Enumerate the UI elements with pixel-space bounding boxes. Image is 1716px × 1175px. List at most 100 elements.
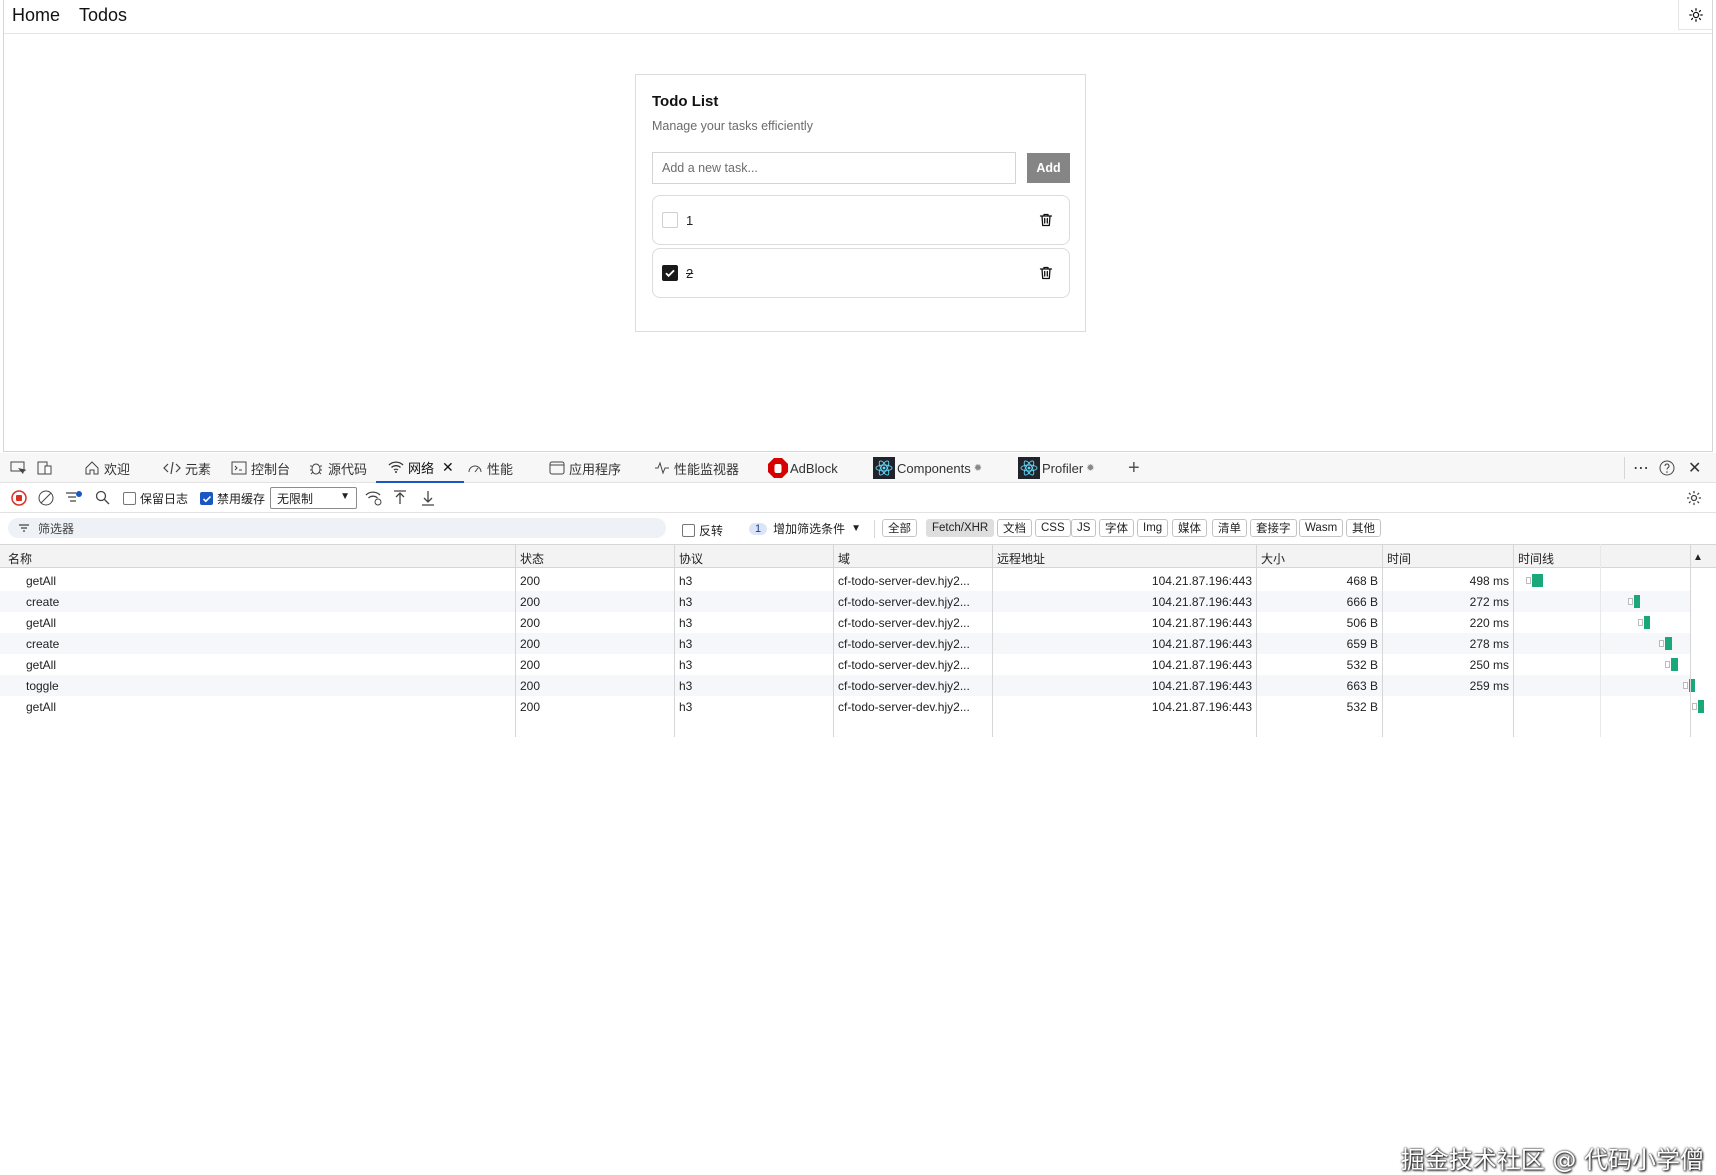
preserve-log-checkbox[interactable]: 保留日志	[123, 490, 188, 507]
filter-input[interactable]: 筛选器	[8, 518, 666, 538]
invert-checkbox[interactable]: 反转	[682, 522, 723, 539]
export-har-icon[interactable]	[421, 490, 435, 506]
waterfall-queue	[1659, 640, 1664, 647]
todo-checkbox[interactable]	[662, 212, 678, 228]
column-header-remote-address[interactable]: 远程地址	[997, 550, 1045, 567]
devtools-panel: 欢迎 元素 控制台 源代码 网络 ✕ 性能 应用程序 性能监视器 AdBlock…	[0, 453, 1716, 1174]
help-icon[interactable]	[1659, 453, 1675, 483]
card-subtitle: Manage your tasks efficiently	[652, 119, 813, 133]
card-title: Todo List	[652, 93, 719, 110]
waterfall-queue	[1526, 577, 1531, 584]
type-chip-manifest[interactable]: 清单	[1212, 519, 1247, 537]
column-divider	[1690, 544, 1691, 737]
more-filters-dropdown[interactable]: 1 增加筛选条件 ▼	[749, 520, 861, 537]
type-chip-socket[interactable]: 套接字	[1250, 519, 1297, 537]
tab-adblock[interactable]: AdBlock	[767, 453, 838, 483]
type-chip-img[interactable]: Img	[1137, 519, 1169, 537]
column-header-name[interactable]: 名称	[8, 550, 32, 567]
nav-link-home[interactable]: Home	[12, 5, 60, 26]
request-status: 200	[520, 658, 541, 672]
close-devtools-icon[interactable]: ✕	[1688, 453, 1701, 483]
nav-link-todos[interactable]: Todos	[79, 5, 127, 26]
type-chip-css[interactable]: CSS	[1035, 519, 1071, 537]
waterfall-queue	[1638, 619, 1643, 626]
gear-icon: ✹	[973, 462, 983, 474]
tab-console[interactable]: 控制台	[231, 453, 290, 483]
type-chip-media[interactable]: 媒体	[1172, 519, 1207, 537]
tab-welcome[interactable]: 欢迎	[84, 453, 130, 483]
table-row[interactable]: getAll 200 h3 cf-todo-server-dev.hjy2... 104…	[0, 654, 1690, 675]
network-conditions-icon[interactable]	[365, 490, 383, 506]
checkbox[interactable]	[200, 492, 213, 505]
checkbox[interactable]	[682, 524, 695, 537]
column-header-waterfall[interactable]: 时间线	[1518, 550, 1554, 567]
table-row[interactable]: getAll 200 h3 cf-todo-server-dev.hjy2... 104…	[0, 612, 1690, 633]
type-chip-other[interactable]: 其他	[1346, 519, 1381, 537]
type-chip-doc[interactable]: 文档	[997, 519, 1032, 537]
tab-components[interactable]: Components ✹	[873, 453, 982, 483]
waterfall-queue	[1628, 598, 1633, 605]
column-header-domain[interactable]: 域	[838, 550, 850, 567]
trash-icon[interactable]	[1038, 265, 1054, 281]
tab-network[interactable]: 网络 ✕	[376, 453, 464, 483]
checkbox[interactable]	[123, 492, 136, 505]
request-remote-address: 104.21.87.196:443	[1151, 574, 1252, 588]
dropdown-arrow-icon: ▼	[851, 523, 862, 534]
add-tab-icon[interactable]: +	[1128, 453, 1140, 483]
todo-checkbox[interactable]	[662, 265, 678, 281]
table-row[interactable]: getAll 200 h3 cf-todo-server-dev.hjy2... 104…	[0, 570, 1690, 591]
column-header-status[interactable]: 状态	[520, 550, 544, 567]
tab-profiler[interactable]: Profiler ✹	[1018, 453, 1095, 483]
request-protocol: h3	[679, 700, 693, 714]
request-name: create	[26, 595, 60, 609]
close-icon[interactable]: ✕	[442, 459, 454, 476]
search-icon[interactable]	[95, 490, 110, 505]
type-chip-js[interactable]: JS	[1071, 519, 1097, 537]
table-row[interactable]: create 200 h3 cf-todo-server-dev.hjy2... 104…	[0, 591, 1690, 612]
more-icon[interactable]: ⋯	[1633, 453, 1649, 483]
record-icon[interactable]	[11, 490, 27, 506]
disable-cache-checkbox[interactable]: 禁用缓存	[200, 490, 265, 507]
throttle-select[interactable]: 无限制 ▼	[270, 487, 357, 509]
code-icon	[163, 461, 181, 475]
type-chip-fetch-xhr[interactable]: Fetch/XHR	[926, 519, 995, 537]
column-header-time[interactable]: 时间	[1387, 550, 1411, 567]
throttle-value: 无限制	[277, 492, 314, 506]
device-toolbar-icon[interactable]	[37, 453, 53, 483]
waterfall-download	[1698, 700, 1704, 713]
column-header-protocol[interactable]: 协议	[679, 550, 703, 567]
inspect-icon[interactable]	[10, 453, 26, 483]
home-icon	[84, 460, 100, 476]
request-name: getAll	[26, 574, 57, 588]
pulse-icon	[654, 461, 670, 475]
type-chip-font[interactable]: 字体	[1099, 519, 1134, 537]
trash-icon[interactable]	[1038, 212, 1054, 228]
import-har-icon[interactable]	[393, 490, 407, 506]
tab-sources[interactable]: 源代码	[308, 453, 367, 483]
type-chip-wasm[interactable]: Wasm	[1299, 519, 1344, 537]
request-status: 200	[520, 595, 541, 609]
table-row[interactable]: toggle 200 h3 cf-todo-server-dev.hjy2... 104…	[0, 675, 1695, 696]
new-task-input[interactable]	[652, 152, 1016, 184]
theme-toggle-button[interactable]	[1678, 0, 1712, 30]
request-status: 200	[520, 700, 541, 714]
tab-elements[interactable]: 元素	[163, 453, 211, 483]
column-header-size[interactable]: 大小	[1261, 550, 1285, 567]
tab-performance[interactable]: 性能	[467, 453, 513, 483]
add-task-button[interactable]: Add	[1027, 153, 1070, 183]
table-header: 名称 状态 协议 域 远程地址 大小 时间 时间线 ▲	[0, 544, 1716, 568]
settings-gear-icon[interactable]	[1686, 490, 1702, 506]
tab-performance-monitor[interactable]: 性能监视器	[654, 453, 739, 483]
table-row[interactable]: getAll 200 h3 cf-todo-server-dev.hjy2... 104…	[0, 696, 1704, 717]
sort-ascending-icon[interactable]: ▲	[1693, 552, 1703, 563]
table-row[interactable]: create 200 h3 cf-todo-server-dev.hjy2... 104…	[0, 633, 1690, 654]
filter-icon	[19, 524, 29, 532]
column-divider	[1256, 544, 1257, 737]
filter-toggle-icon[interactable]	[65, 490, 83, 506]
request-name: toggle	[26, 679, 59, 693]
request-status: 200	[520, 574, 541, 588]
tab-application[interactable]: 应用程序	[549, 453, 621, 483]
clear-icon[interactable]	[38, 490, 54, 506]
waterfall-queue	[1683, 682, 1688, 689]
type-chip-all[interactable]: 全部	[882, 519, 917, 537]
